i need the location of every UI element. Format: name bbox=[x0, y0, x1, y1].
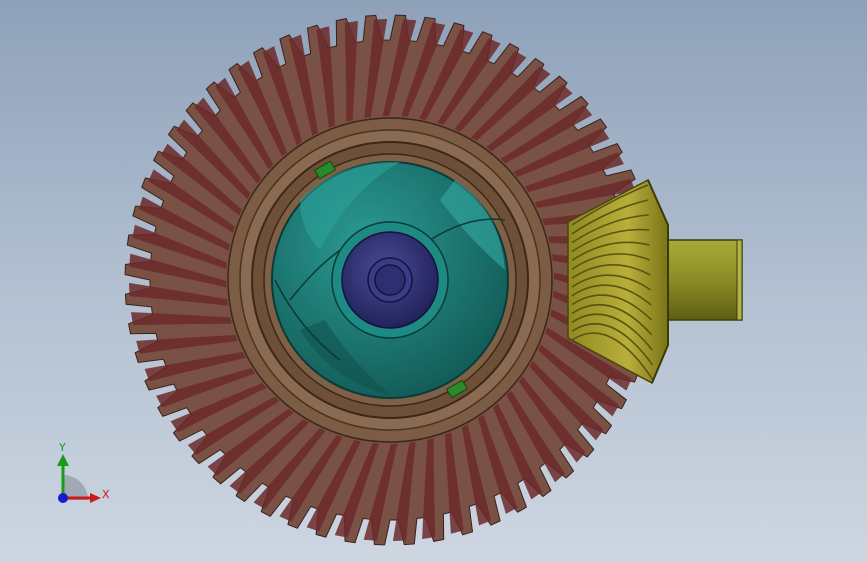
coordinate-triad: Y X bbox=[57, 441, 110, 503]
triad-z-axis bbox=[58, 493, 68, 503]
triad-y-label: Y bbox=[58, 441, 66, 454]
hub-bore bbox=[374, 264, 406, 296]
shaft-end-face bbox=[736, 239, 743, 321]
cad-model-scene[interactable] bbox=[0, 0, 867, 562]
triad-y-arrow bbox=[57, 454, 69, 466]
triad-x-arrow bbox=[90, 493, 101, 503]
graphics-viewport[interactable]: Y X bbox=[0, 0, 867, 562]
axle-hub[interactable] bbox=[341, 231, 439, 329]
triad-x-label: X bbox=[102, 488, 110, 501]
